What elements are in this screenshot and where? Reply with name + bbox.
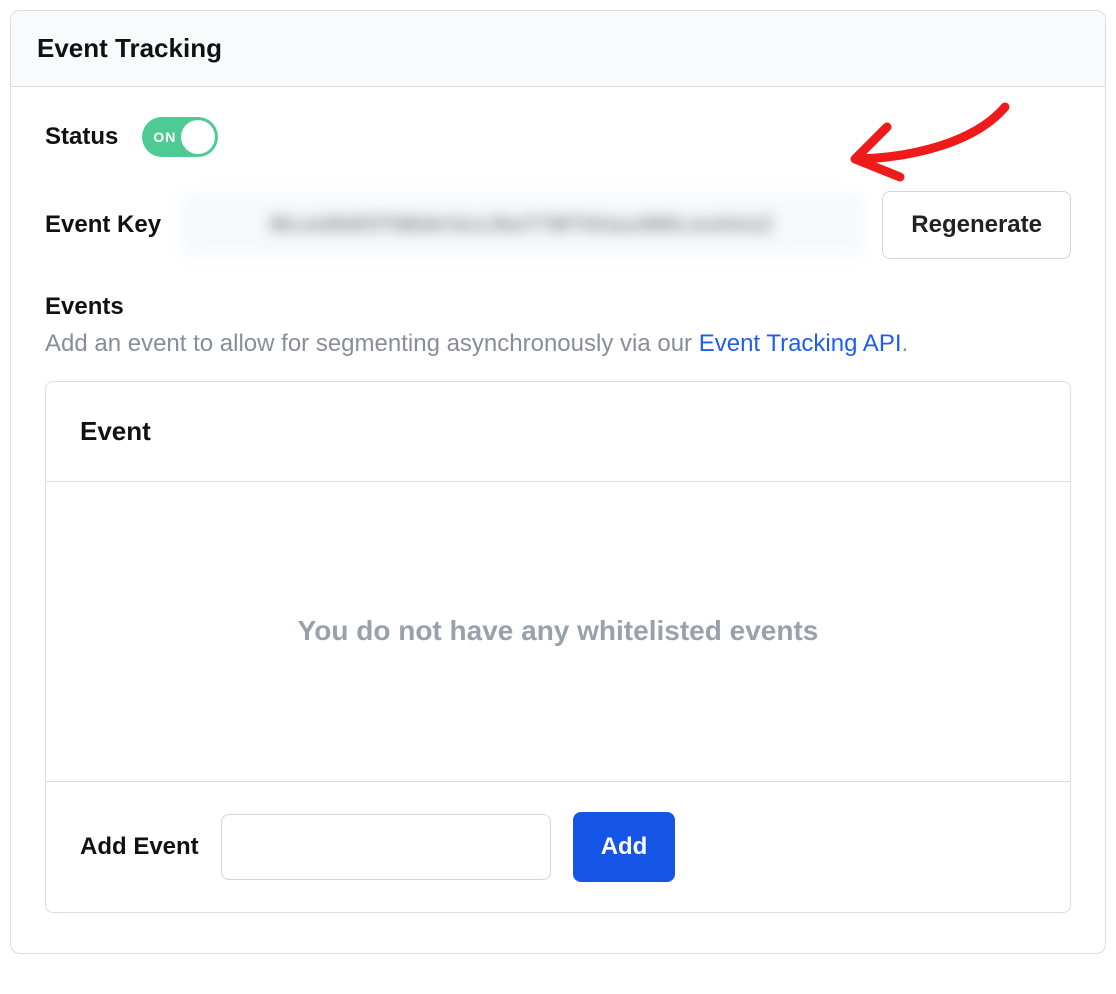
card-header: Event Tracking xyxy=(11,11,1105,87)
event-key-row: Event Key Wcstd9df3T6BdtrGcLRwT7WTGhavdW… xyxy=(45,191,1071,259)
event-tracking-card: Event Tracking Status ON Event Key xyxy=(10,10,1106,954)
event-key-value: Wcstd9df3T6BdtrGcLRwT7WTGhavdWILmshUzZ xyxy=(181,194,862,256)
events-description: Add an event to allow for segmenting asy… xyxy=(45,327,1071,361)
status-toggle-knob xyxy=(181,120,215,154)
add-event-button[interactable]: Add xyxy=(573,812,676,882)
events-description-prefix: Add an event to allow for segmenting asy… xyxy=(45,330,699,357)
events-empty-message: You do not have any whitelisted events xyxy=(46,482,1070,782)
status-toggle-text: ON xyxy=(153,129,176,145)
events-footer: Add Event Add xyxy=(46,782,1070,912)
status-toggle[interactable]: ON xyxy=(142,117,218,157)
event-tracking-api-link[interactable]: Event Tracking API xyxy=(699,330,902,357)
add-event-input[interactable] xyxy=(221,814,551,880)
events-heading: Events xyxy=(45,293,1071,321)
events-table: Event You do not have any whitelisted ev… xyxy=(45,381,1071,913)
event-key-label: Event Key xyxy=(45,211,161,239)
card-body: Status ON Event Key Wcstd9df3T6BdtrGcLRw… xyxy=(11,87,1105,953)
add-event-label: Add Event xyxy=(80,833,199,861)
status-row: Status ON xyxy=(45,117,1071,157)
events-description-suffix: . xyxy=(902,330,909,357)
card-title: Event Tracking xyxy=(37,33,222,63)
events-column-header: Event xyxy=(46,382,1070,482)
regenerate-button[interactable]: Regenerate xyxy=(882,191,1071,259)
status-label: Status xyxy=(45,123,118,151)
